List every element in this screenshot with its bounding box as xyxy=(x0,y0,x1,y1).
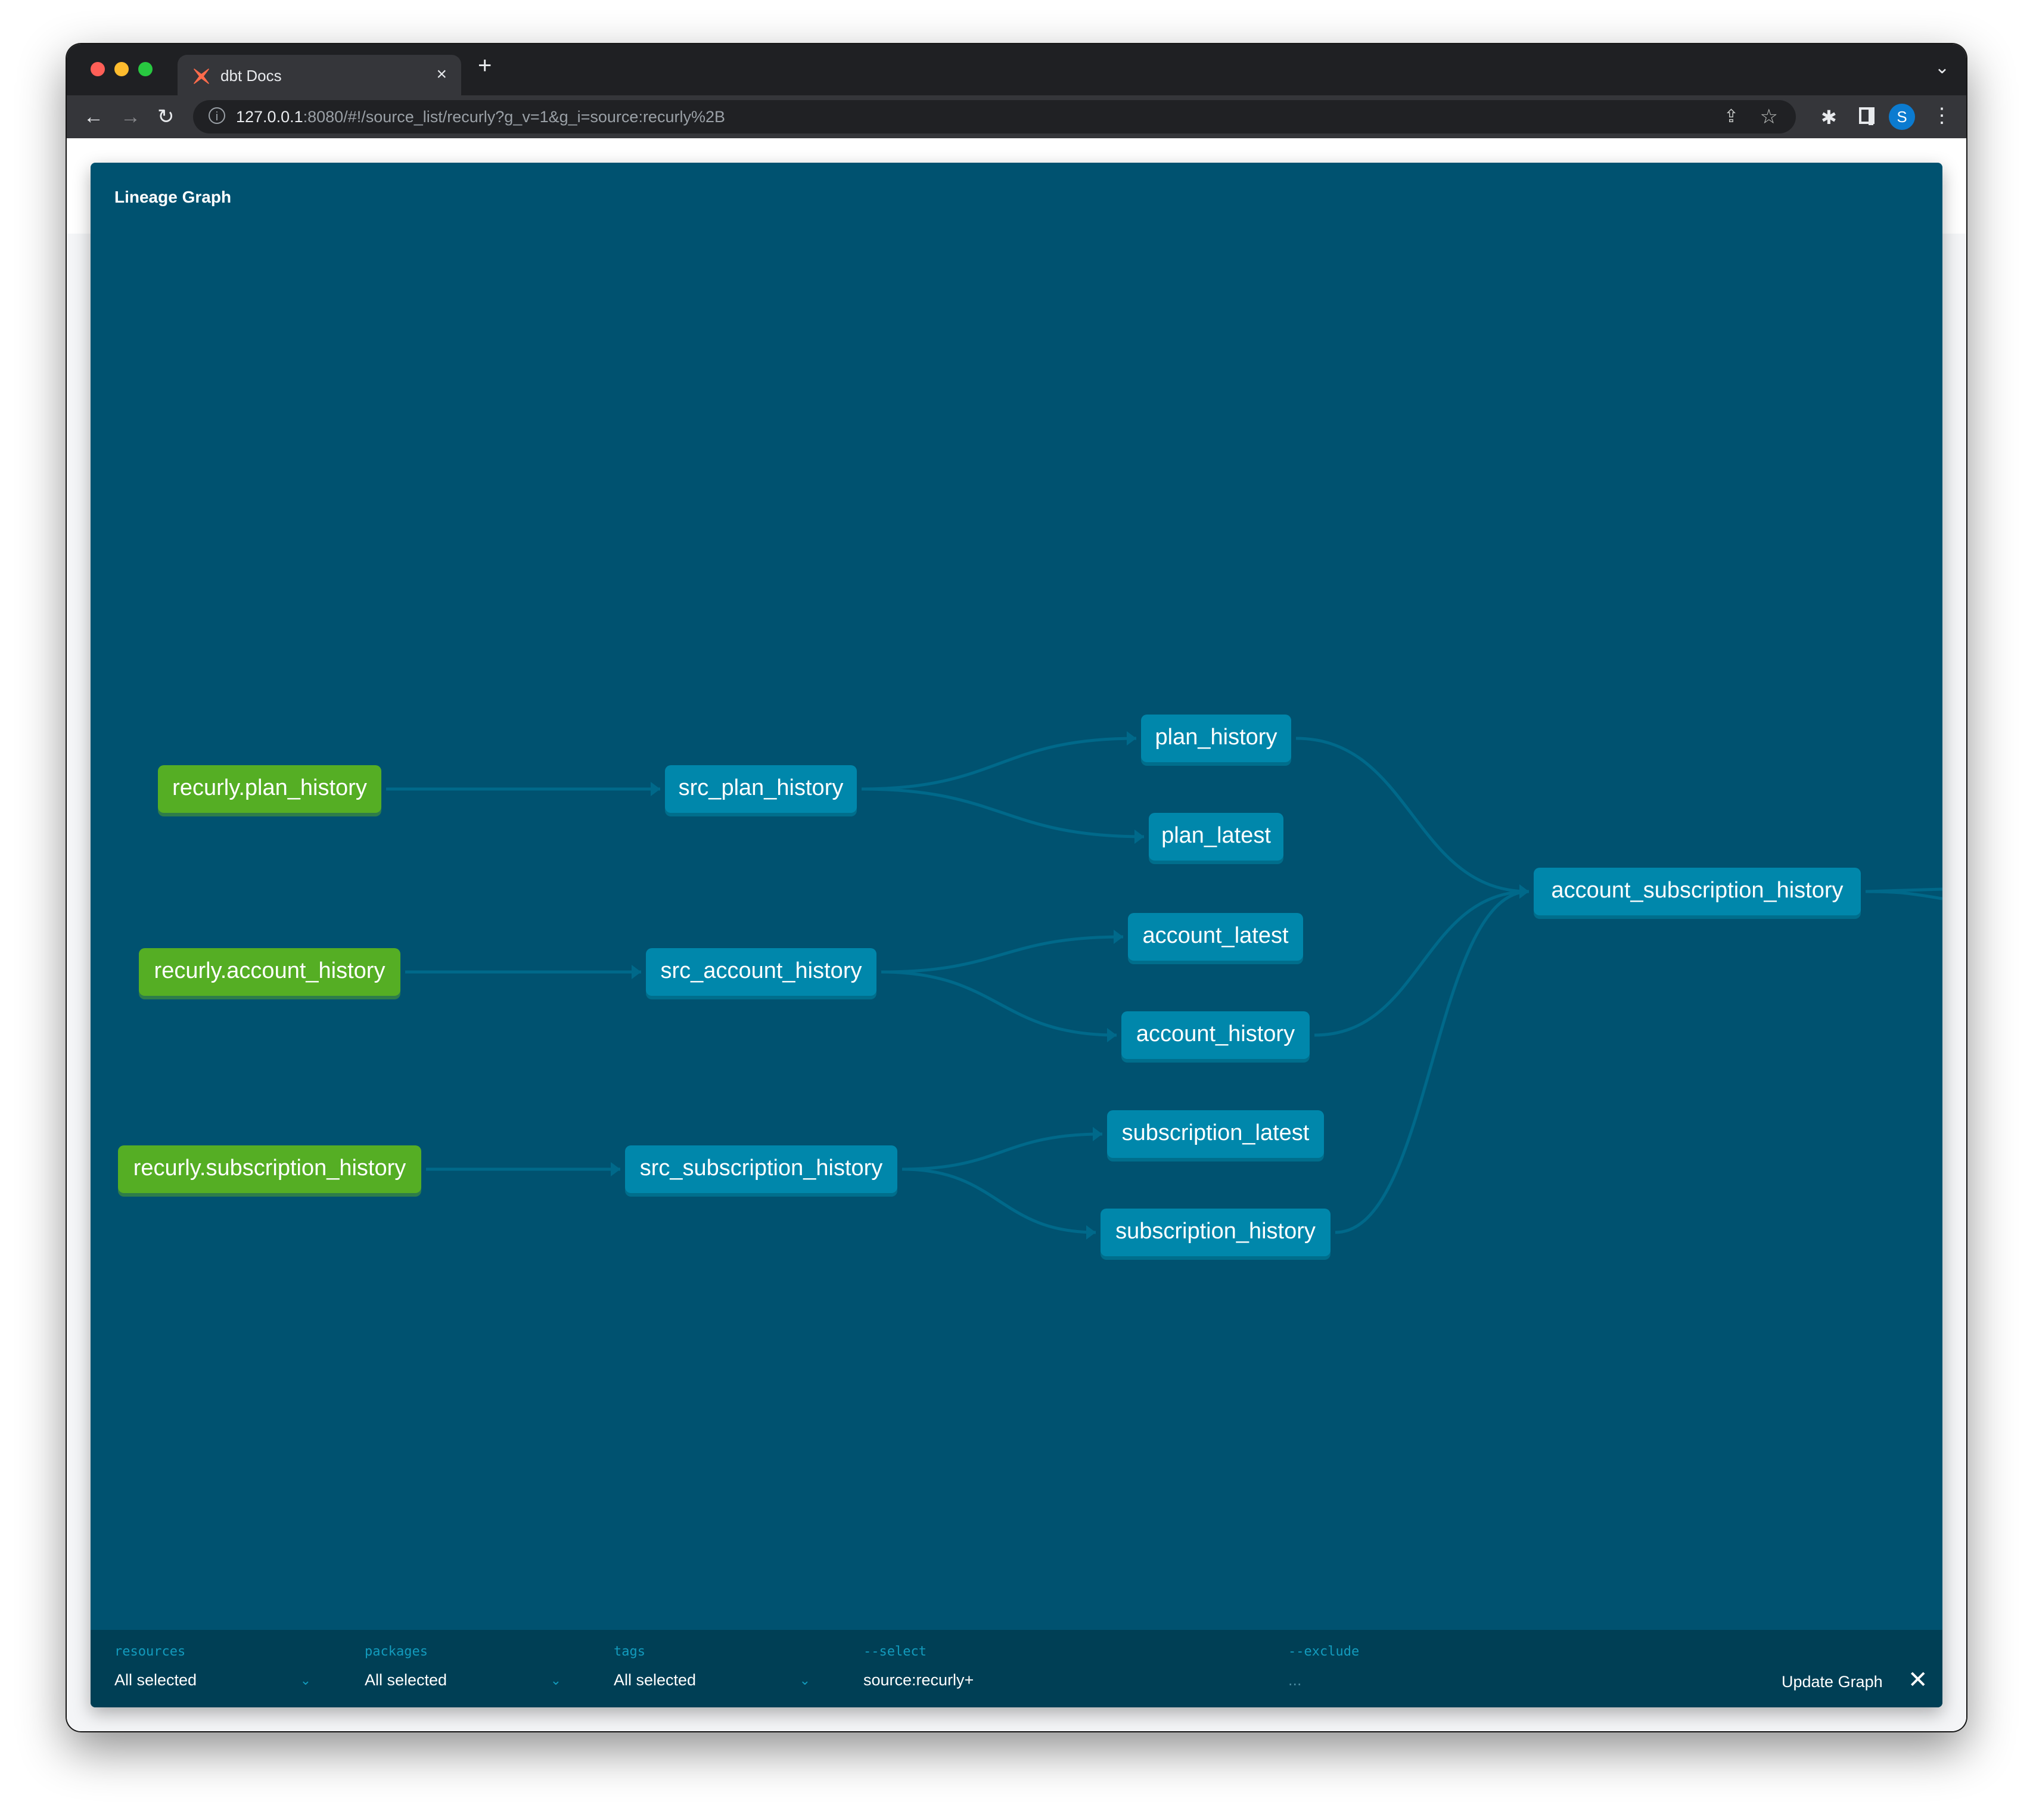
update-graph-button[interactable]: Update Graph xyxy=(1782,1673,1883,1691)
tab-dbt-docs[interactable]: dbt Docs × xyxy=(178,55,461,95)
graph-node-src-recurly-plan[interactable]: recurly.plan_history xyxy=(158,765,381,813)
edge-subscription-history-to-account-subscription-history xyxy=(1335,890,1530,1234)
edge-src-plan-history-to-plan-latest xyxy=(861,787,1145,838)
close-graph-icon[interactable]: ✕ xyxy=(1908,1668,1928,1692)
edge-src-account-history-to-account-history xyxy=(881,970,1117,1037)
graph-node-account-latest[interactable]: account_latest xyxy=(1128,913,1303,961)
edge-offscreen-2 xyxy=(1865,890,1942,900)
tab-title: dbt Docs xyxy=(220,67,282,85)
arrow-head-icon xyxy=(1519,884,1529,899)
graph-node-subscription-history[interactable]: subscription_history xyxy=(1101,1209,1331,1256)
graph-node-plan-latest[interactable]: plan_latest xyxy=(1149,813,1283,861)
arrow-head-icon xyxy=(632,965,641,979)
browser-window: dbt Docs × + ⌄ ← → ↻ i 127.0.0.1:8080/#!… xyxy=(67,44,1966,1731)
edge-plan-history-to-account-subscription-history xyxy=(1295,737,1530,893)
url-text[interactable]: 127.0.0.1:8080/#!/source_list/recurly?g_… xyxy=(236,108,725,126)
reload-icon[interactable]: ↻ xyxy=(157,105,175,129)
arrow-head-icon xyxy=(1114,930,1123,944)
extensions-puzzle-icon[interactable]: ✱ xyxy=(1821,106,1837,129)
graph-filter-bar: resources All selected ⌄ packages All se… xyxy=(91,1630,1942,1707)
graph-node-account-history[interactable]: account_history xyxy=(1121,1011,1310,1059)
close-window-button[interactable] xyxy=(91,62,105,76)
resources-filter: resources All selected ⌄ xyxy=(114,1644,311,1689)
maximize-window-button[interactable] xyxy=(138,62,153,76)
minimize-window-button[interactable] xyxy=(114,62,129,76)
browser-menu-icon[interactable]: ⋮ xyxy=(1932,103,1952,129)
share-icon[interactable]: ⇪ xyxy=(1724,106,1739,127)
packages-value: All selected xyxy=(365,1671,447,1689)
graph-node-src-recurly-subscription[interactable]: recurly.subscription_history xyxy=(118,1145,421,1193)
packages-filter: packages All selected ⌄ xyxy=(365,1644,561,1689)
arrow-head-icon xyxy=(1093,1127,1102,1141)
arrow-head-icon xyxy=(1134,830,1144,844)
packages-dropdown[interactable]: All selected ⌄ xyxy=(365,1671,561,1689)
tags-dropdown[interactable]: All selected ⌄ xyxy=(614,1671,810,1689)
graph-node-src-recurly-account[interactable]: recurly.account_history xyxy=(139,948,400,996)
arrow-head-icon xyxy=(1086,1225,1096,1240)
side-panel-icon[interactable] xyxy=(1859,107,1875,125)
edge-src-account-history-to-account-latest xyxy=(881,935,1124,974)
browser-toolbar: ← → ↻ i 127.0.0.1:8080/#!/source_list/re… xyxy=(67,95,1966,138)
select-input[interactable]: source:recurly+ xyxy=(863,1671,1221,1689)
address-bar[interactable]: i 127.0.0.1:8080/#!/source_list/recurly?… xyxy=(193,100,1796,133)
exclude-label: --exclude xyxy=(1288,1644,1360,1659)
resources-dropdown[interactable]: All selected ⌄ xyxy=(114,1671,311,1689)
new-tab-button[interactable]: + xyxy=(478,54,492,77)
bookmark-star-icon[interactable]: ☆ xyxy=(1760,105,1778,129)
tags-value: All selected xyxy=(614,1671,697,1689)
profile-avatar[interactable]: S xyxy=(1889,104,1915,130)
site-info-icon[interactable]: i xyxy=(209,107,225,124)
forward-icon[interactable]: → xyxy=(120,105,141,129)
chevron-down-icon: ⌄ xyxy=(550,1672,561,1688)
back-icon[interactable]: ← xyxy=(83,105,104,129)
graph-node-plan-history[interactable]: plan_history xyxy=(1141,715,1291,762)
arrow-head-icon xyxy=(651,782,660,796)
edge-account-history-to-account-subscription-history xyxy=(1314,890,1530,1037)
arrow-head-icon xyxy=(1107,1028,1117,1042)
graph-node-src-subscription-history[interactable]: src_subscription_history xyxy=(625,1145,897,1193)
url-host: 127.0.0.1 xyxy=(236,108,303,126)
arrow-head-icon xyxy=(611,1162,620,1176)
url-path: :8080/#!/source_list/recurly?g_v=1&g_i=s… xyxy=(303,108,725,126)
graph-node-src-account-history[interactable]: src_account_history xyxy=(646,948,876,996)
dbt-logo-icon xyxy=(194,69,209,84)
packages-label: packages xyxy=(365,1644,428,1659)
resources-label: resources xyxy=(114,1644,186,1659)
arrow-head-icon xyxy=(1127,731,1136,746)
chevron-down-icon: ⌄ xyxy=(799,1672,810,1688)
select-label: --select xyxy=(863,1644,927,1659)
select-filter: --select source:recurly+ xyxy=(863,1644,1221,1689)
exclude-input[interactable]: ... xyxy=(1288,1671,1646,1689)
edge-src-subscription-history-to-subscription-latest xyxy=(902,1132,1103,1171)
exclude-filter: --exclude ... xyxy=(1288,1644,1646,1689)
graph-node-subscription-latest[interactable]: subscription_latest xyxy=(1107,1110,1324,1158)
tab-bar: dbt Docs × + ⌄ xyxy=(67,44,1966,95)
graph-node-account-subscription-history[interactable]: account_subscription_history xyxy=(1534,868,1861,915)
tags-filter: tags All selected ⌄ xyxy=(614,1644,810,1689)
resources-value: All selected xyxy=(114,1671,197,1689)
tab-search-chevron-icon[interactable]: ⌄ xyxy=(1935,57,1950,78)
chevron-down-icon: ⌄ xyxy=(300,1672,311,1688)
tags-label: tags xyxy=(614,1644,645,1659)
edge-src-subscription-history-to-subscription-history xyxy=(902,1167,1096,1234)
graph-node-src-plan-history[interactable]: src_plan_history xyxy=(665,765,857,813)
tab-close-icon[interactable]: × xyxy=(436,64,447,85)
edge-src-plan-history-to-plan-history xyxy=(861,737,1137,791)
lineage-graph-panel: Lineage Graph recurly.plan_history recurl… xyxy=(91,163,1942,1707)
